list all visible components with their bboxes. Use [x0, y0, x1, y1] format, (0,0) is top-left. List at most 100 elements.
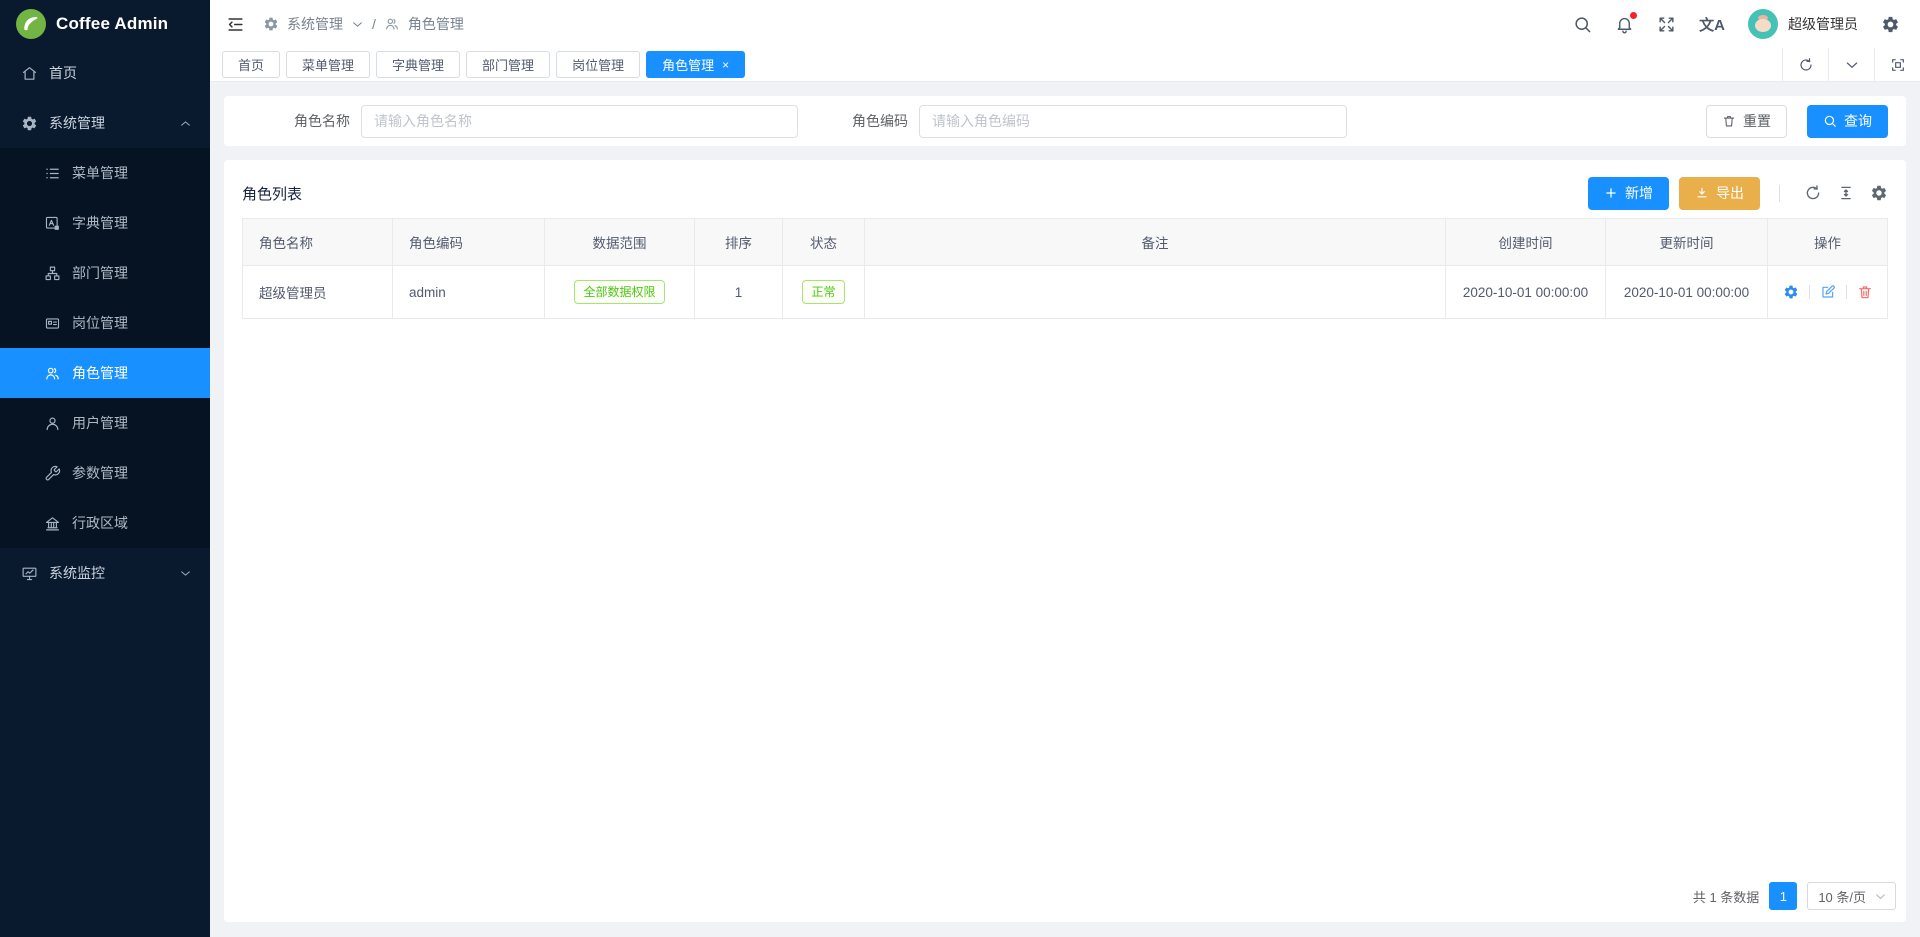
- cell-role-name: 超级管理员: [243, 266, 393, 319]
- query-button[interactable]: 查询: [1807, 105, 1888, 138]
- toolbar-divider: [1779, 185, 1780, 202]
- sidebar-item-label: 岗位管理: [72, 313, 128, 333]
- density-icon[interactable]: [1837, 184, 1855, 202]
- sidebar-item-label: 角色管理: [72, 363, 128, 383]
- tab-options-dropdown[interactable]: [1828, 48, 1874, 82]
- col-role-code: 角色编码: [393, 219, 545, 266]
- page-size-value: 10 条/页: [1818, 887, 1866, 906]
- sidebar-item-role-management[interactable]: 角色管理: [0, 348, 210, 398]
- export-button[interactable]: 导出: [1679, 177, 1760, 210]
- sidebar-item-label: 参数管理: [72, 463, 128, 483]
- tab-label: 角色管理: [662, 55, 714, 74]
- add-button[interactable]: 新增: [1588, 177, 1669, 210]
- tab-dict-management[interactable]: 字典管理: [376, 51, 460, 78]
- chevron-down-icon: [179, 567, 192, 580]
- home-icon: [21, 65, 38, 82]
- card-header: 角色列表 新增 导出: [242, 170, 1888, 216]
- column-settings-gear-icon[interactable]: [1870, 184, 1888, 202]
- tab-menu-management[interactable]: 菜单管理: [286, 51, 370, 78]
- user-name: 超级管理员: [1788, 14, 1858, 34]
- page-content: 角色名称 角色编码 重置 查询 角色列表: [210, 82, 1920, 922]
- sidebar-item-system-management[interactable]: 系统管理: [0, 98, 210, 148]
- table-row: 超级管理员 admin 全部数据权限 1 正常 2020-10-01 00:00…: [243, 266, 1888, 319]
- cell-role-code: admin: [393, 266, 545, 319]
- chevron-down-icon: [1874, 890, 1887, 903]
- action-divider: [1846, 285, 1847, 299]
- roles-icon: [384, 16, 400, 32]
- sidebar-item-post-management[interactable]: 岗位管理: [0, 298, 210, 348]
- role-code-input[interactable]: [919, 105, 1347, 138]
- user-icon: [44, 415, 61, 432]
- dictionary-icon: [44, 215, 61, 232]
- sidebar-item-label: 部门管理: [72, 263, 128, 283]
- cell-created-at: 2020-10-01 00:00:00: [1446, 266, 1606, 319]
- tab-bar: 首页 菜单管理 字典管理 部门管理 岗位管理 角色管理 ×: [210, 48, 1920, 82]
- edit-icon[interactable]: [1820, 284, 1836, 300]
- row-permission-gear-icon[interactable]: [1783, 284, 1799, 300]
- app-layout: Coffee Admin 首页 系统管理 菜单管理 字典管理 部门管理 岗位管理: [0, 0, 1920, 937]
- maximize-content-button[interactable]: [1874, 48, 1920, 82]
- roles-icon: [44, 365, 61, 382]
- tab-label: 菜单管理: [302, 55, 354, 74]
- sidebar-item-label: 字典管理: [72, 213, 128, 233]
- tab-post-management[interactable]: 岗位管理: [556, 51, 640, 78]
- sidebar-item-user-management[interactable]: 用户管理: [0, 398, 210, 448]
- pagination: 共 1 条数据 1 10 条/页: [1693, 882, 1896, 910]
- sidebar-item-label: 系统管理: [49, 113, 105, 133]
- close-icon[interactable]: ×: [722, 59, 729, 71]
- role-name-label: 角色名称: [240, 111, 350, 131]
- query-label: 查询: [1844, 111, 1872, 131]
- sidebar-item-admin-region[interactable]: 行政区域: [0, 498, 210, 548]
- app-logo: Coffee Admin: [0, 0, 210, 48]
- search-icon[interactable]: [1573, 15, 1592, 34]
- page-1-button[interactable]: 1: [1769, 882, 1797, 910]
- cell-actions: [1768, 266, 1888, 319]
- breadcrumb-section[interactable]: 系统管理: [287, 14, 343, 34]
- sidebar-item-system-monitor[interactable]: 系统监控: [0, 548, 210, 598]
- col-updated-at: 更新时间: [1606, 219, 1768, 266]
- scope-tag: 全部数据权限: [574, 280, 664, 304]
- page-size-select[interactable]: 10 条/页: [1807, 882, 1896, 910]
- notification-bell[interactable]: [1615, 15, 1634, 34]
- menu-fold-icon[interactable]: [226, 15, 245, 34]
- download-icon: [1695, 186, 1709, 200]
- header-actions: 文A 超级管理员: [1573, 9, 1900, 39]
- fullscreen-icon[interactable]: [1657, 15, 1676, 34]
- action-divider: [1809, 285, 1810, 299]
- col-data-scope: 数据范围: [545, 219, 695, 266]
- list-icon: [44, 165, 61, 182]
- sidebar-item-label: 用户管理: [72, 413, 128, 433]
- delete-trash-icon[interactable]: [1857, 284, 1873, 300]
- tab-role-management[interactable]: 角色管理 ×: [646, 51, 745, 78]
- search-icon: [1823, 114, 1837, 128]
- reset-button[interactable]: 重置: [1706, 105, 1787, 138]
- sidebar-item-label: 系统监控: [49, 563, 105, 583]
- settings-gear-icon[interactable]: [1881, 15, 1900, 34]
- tab-label: 首页: [238, 55, 264, 74]
- sidebar-item-dept-management[interactable]: 部门管理: [0, 248, 210, 298]
- sidebar-item-menu-management[interactable]: 菜单管理: [0, 148, 210, 198]
- sidebar-item-home[interactable]: 首页: [0, 48, 210, 98]
- sidebar-item-param-management[interactable]: 参数管理: [0, 448, 210, 498]
- role-name-input[interactable]: [361, 105, 798, 138]
- refresh-tab-button[interactable]: [1782, 48, 1828, 82]
- avatar: [1748, 9, 1778, 39]
- tab-home[interactable]: 首页: [222, 51, 280, 78]
- sidebar: Coffee Admin 首页 系统管理 菜单管理 字典管理 部门管理 岗位管理: [0, 0, 210, 937]
- cell-data-scope: 全部数据权限: [545, 266, 695, 319]
- sidebar-item-label: 首页: [49, 63, 77, 83]
- tab-label: 字典管理: [392, 55, 444, 74]
- col-sort: 排序: [695, 219, 783, 266]
- leaf-logo-icon: [16, 9, 46, 39]
- monitor-icon: [21, 565, 38, 582]
- chevron-down-icon: [351, 18, 364, 31]
- role-code-label: 角色编码: [806, 111, 908, 131]
- sidebar-item-dict-management[interactable]: 字典管理: [0, 198, 210, 248]
- org-tree-icon: [44, 265, 61, 282]
- translate-icon[interactable]: 文A: [1699, 14, 1725, 35]
- bank-icon: [44, 515, 61, 532]
- refresh-icon[interactable]: [1804, 184, 1822, 202]
- table-header-row: 角色名称 角色编码 数据范围 排序 状态 备注 创建时间 更新时间 操作: [243, 219, 1888, 266]
- tab-dept-management[interactable]: 部门管理: [466, 51, 550, 78]
- user-menu[interactable]: 超级管理员: [1748, 9, 1858, 39]
